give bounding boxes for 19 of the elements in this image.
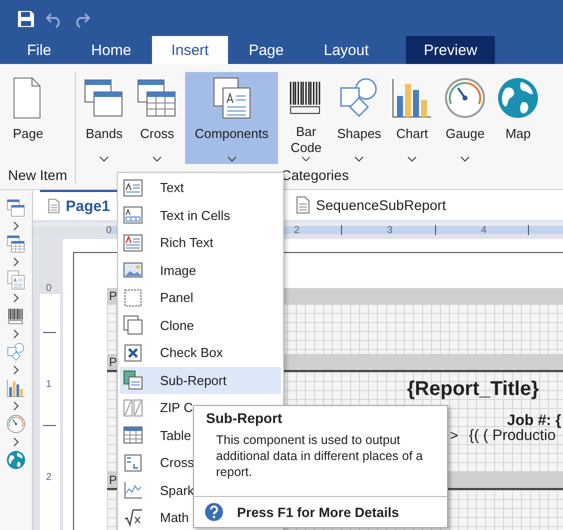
band-caption: P: [109, 355, 118, 369]
band-caption: P: [109, 289, 118, 303]
ruler-number: 0: [46, 283, 52, 294]
report-title: {Report_Title}: [407, 378, 539, 401]
help-hint: Press F1 for More Details: [237, 504, 400, 520]
ruler-number: 2: [294, 224, 300, 236]
tooltip-text: This component is used to output additional data in different places of a report.: [216, 432, 424, 480]
job-label: Job #: {: [507, 412, 562, 429]
ruler-number: 2: [46, 472, 52, 483]
field-text: >: [450, 427, 458, 443]
ruler-number: 3: [387, 224, 393, 236]
ruler-number: 0: [106, 224, 112, 236]
ruler-number: 4: [481, 224, 487, 236]
group-label: Categories: [280, 167, 350, 183]
group-label: New Item: [7, 167, 68, 183]
ruler-number: 1: [46, 379, 52, 390]
tooltip-title: Sub-Report: [206, 410, 284, 426]
expression-text: {( ( Productio: [469, 427, 556, 444]
band-caption: P: [109, 473, 118, 487]
